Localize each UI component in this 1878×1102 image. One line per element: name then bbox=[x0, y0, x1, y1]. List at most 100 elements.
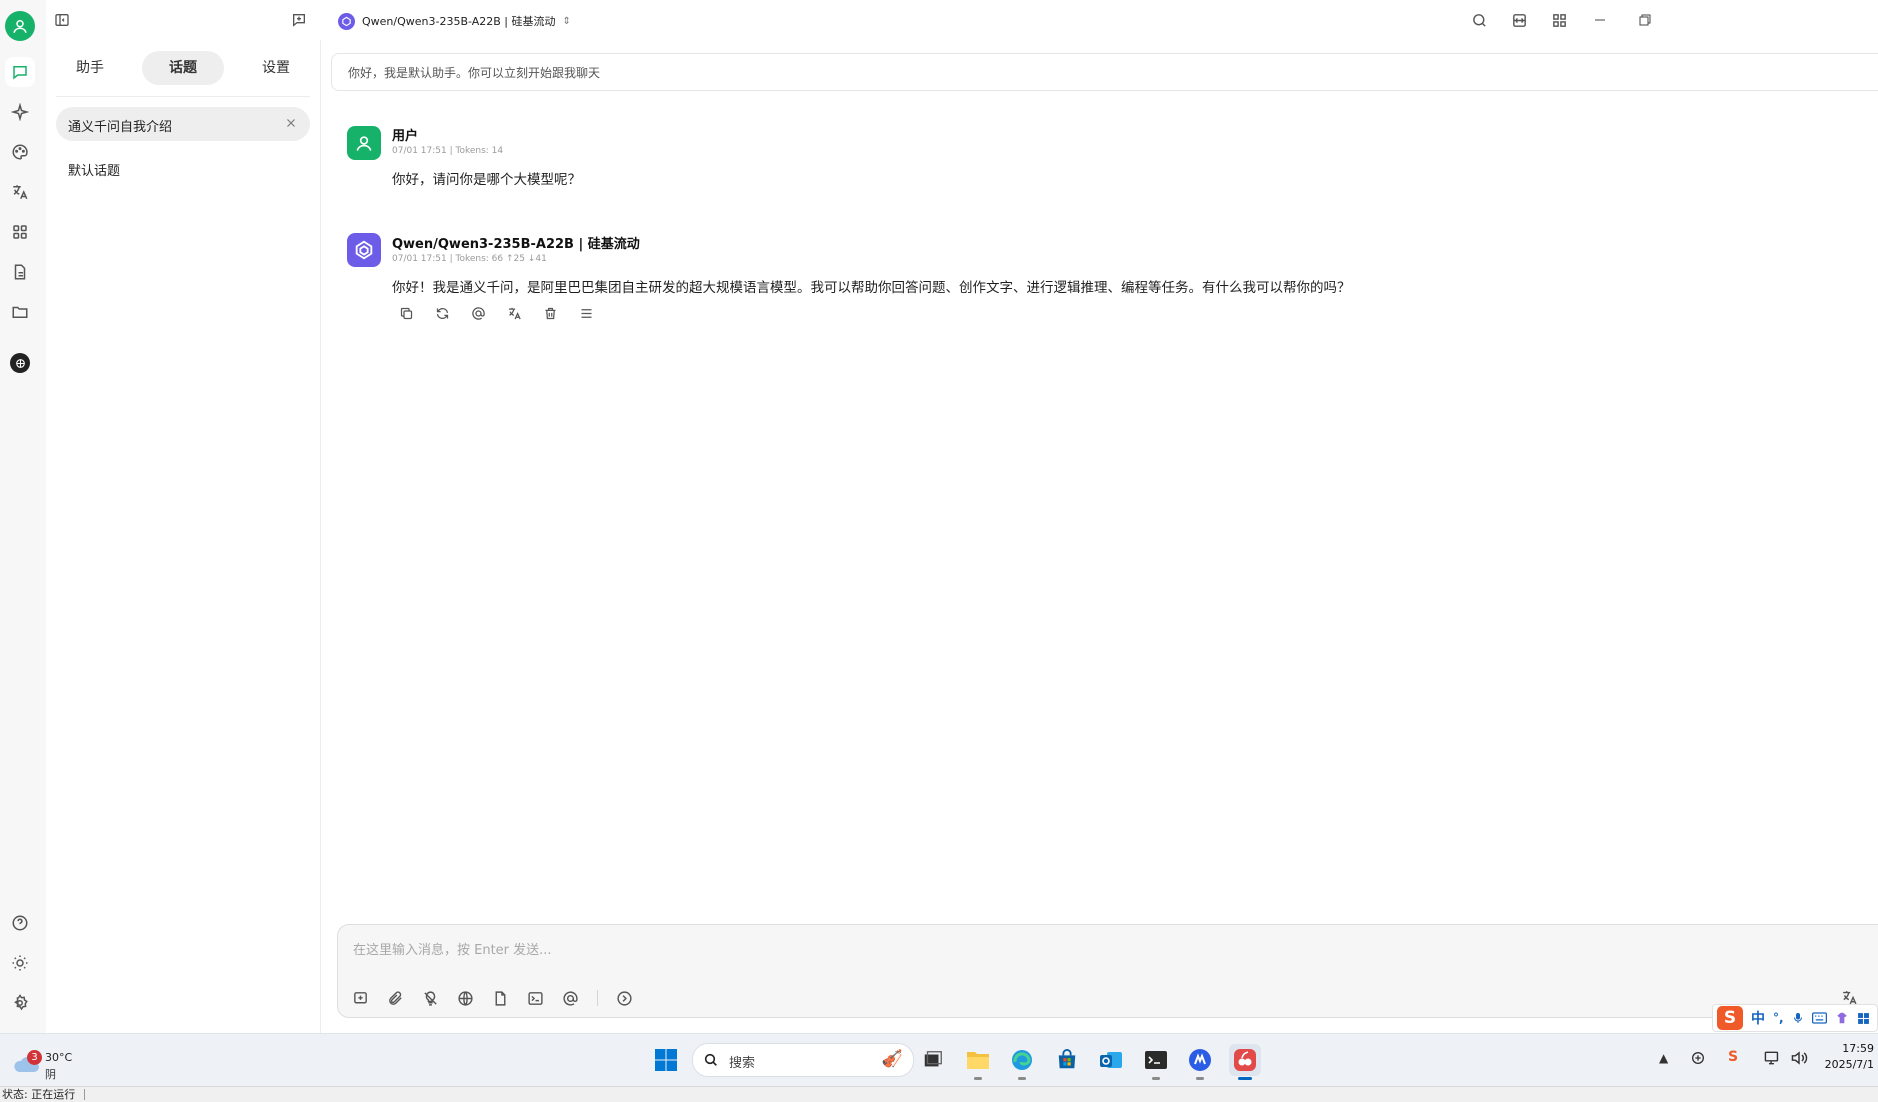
regenerate-icon[interactable] bbox=[433, 304, 451, 322]
search-highlight-icon: 🎻 bbox=[881, 1049, 903, 1069]
message-meta: 07/01 17:51 | Tokens: 66 ↑25 ↓41 bbox=[392, 254, 547, 264]
copy-icon[interactable] bbox=[397, 304, 415, 322]
input-method-icon[interactable] bbox=[1690, 1050, 1706, 1066]
task-view-app[interactable] bbox=[917, 1044, 949, 1076]
message-composer: 在这里输入消息，按 Enter 发送... bbox=[337, 924, 1878, 1018]
openai-logo-icon[interactable] bbox=[5, 348, 35, 378]
web-search-globe-icon[interactable] bbox=[457, 990, 474, 1007]
user-avatar-icon bbox=[347, 126, 381, 160]
terminal-icon[interactable] bbox=[527, 990, 544, 1007]
cherry-studio-app[interactable] bbox=[1229, 1044, 1261, 1080]
document-icon[interactable] bbox=[5, 257, 35, 287]
toggle-sidebar-icon[interactable] bbox=[52, 10, 72, 30]
settings-gear-icon[interactable] bbox=[5, 988, 35, 1018]
clock-date: 2025/7/1 bbox=[1824, 1058, 1874, 1071]
windows-start-button[interactable] bbox=[650, 1044, 682, 1076]
more-menu-icon[interactable] bbox=[577, 304, 595, 322]
translate-nav-icon[interactable] bbox=[5, 177, 35, 207]
message-author: 用户 bbox=[392, 129, 419, 144]
weather-condition-label: 阴 bbox=[45, 1068, 56, 1081]
keyboard-icon bbox=[1811, 1012, 1827, 1024]
help-icon[interactable] bbox=[5, 908, 35, 938]
message-author: Qwen/Qwen3-235B-A22B | 硅基流动 bbox=[392, 237, 640, 252]
search-icon[interactable] bbox=[1469, 10, 1489, 30]
microsoft-store-app[interactable] bbox=[1051, 1044, 1083, 1076]
microphone-icon bbox=[1792, 1011, 1804, 1025]
agents-sparkle-icon[interactable] bbox=[5, 97, 35, 127]
panel-tabs: 助手 话题 设置 bbox=[56, 51, 356, 85]
chat-nav-icon[interactable] bbox=[5, 57, 35, 87]
message-text: 你好，请问你是哪个大模型呢？ bbox=[392, 172, 581, 188]
clock-time: 17:59 bbox=[1842, 1042, 1874, 1055]
translate-icon[interactable] bbox=[505, 304, 523, 322]
search-placeholder: 搜索 bbox=[729, 1056, 756, 1071]
new-topic-icon[interactable] bbox=[352, 990, 369, 1007]
topic-panel: 助手 话题 设置 通义千问自我介绍 默认话题 bbox=[46, 40, 321, 1033]
edge-browser-app[interactable] bbox=[1006, 1044, 1038, 1080]
weather-alert-badge: 3 bbox=[27, 1050, 42, 1065]
panel-divider bbox=[56, 96, 310, 97]
search-icon bbox=[704, 1053, 717, 1066]
narrow-mode-icon[interactable] bbox=[1509, 10, 1529, 30]
model-selector-label: Qwen/Qwen3-235B-A22B | 硅基流动 bbox=[362, 15, 556, 28]
model-logo-icon bbox=[338, 12, 355, 30]
toolbox-grid-icon bbox=[1857, 1012, 1870, 1025]
windows-taskbar: 3 30°C 阴 搜索 🎻 ▲ S 17:59 2025/7/1 bbox=[0, 1033, 1878, 1087]
palette-icon[interactable] bbox=[5, 137, 35, 167]
weather-widget[interactable]: 3 30°C 阴 bbox=[10, 1044, 90, 1081]
ime-mode-label: 中 bbox=[1751, 1011, 1765, 1027]
delete-icon[interactable] bbox=[541, 304, 559, 322]
apps-grid-icon[interactable] bbox=[5, 217, 35, 247]
close-icon[interactable] bbox=[284, 116, 298, 130]
status-bar: 状态: 正在运行 bbox=[0, 1086, 1878, 1102]
expand-arrow-icon[interactable] bbox=[616, 990, 633, 1007]
skin-icon bbox=[1835, 1011, 1849, 1025]
show-hidden-icons-chevron[interactable]: ▲ bbox=[1659, 1051, 1668, 1065]
message-text: 你好！我是通义千问，是阿里巴巴集团自主研发的超大规模语言模型。我可以帮助你回答问… bbox=[392, 280, 1351, 296]
outlook-app[interactable] bbox=[1095, 1044, 1127, 1076]
minapp-grid-icon[interactable] bbox=[1549, 10, 1569, 30]
divider bbox=[597, 990, 598, 1006]
model-avatar-icon bbox=[347, 233, 381, 267]
clock[interactable]: 17:59 2025/7/1 bbox=[1824, 1041, 1874, 1073]
message-input[interactable]: 在这里输入消息，按 Enter 发送... bbox=[353, 939, 1753, 958]
sogou-logo-icon: S bbox=[1717, 1006, 1743, 1030]
top-bar: Qwen/Qwen3-235B-A22B | 硅基流动 ⇕ bbox=[46, 0, 1878, 41]
file-explorer-app[interactable] bbox=[962, 1044, 994, 1080]
message-meta: 07/01 17:51 | Tokens: 14 bbox=[392, 146, 504, 156]
user-avatar[interactable] bbox=[5, 11, 35, 41]
topic-item-label: 默认话题 bbox=[68, 164, 121, 179]
temperature-label: 30°C bbox=[45, 1051, 73, 1064]
status-text: 状态: 正在运行 bbox=[2, 1088, 76, 1101]
mention-model-icon[interactable] bbox=[562, 990, 579, 1007]
chat-area: 你好，我是默认助手。你可以立刻开始跟我聊天 用户 07/01 17:51 | T… bbox=[321, 40, 1878, 1033]
status-divider bbox=[84, 1089, 85, 1100]
tab-assistants[interactable]: 助手 bbox=[56, 51, 124, 85]
ime-toolbar[interactable]: S 中 °, bbox=[1712, 1004, 1878, 1032]
model-selector[interactable]: Qwen/Qwen3-235B-A22B | 硅基流动 ⇕ bbox=[338, 12, 571, 30]
folder-icon[interactable] bbox=[5, 297, 35, 327]
tab-topics[interactable]: 话题 bbox=[142, 51, 224, 85]
sogou-tray-icon[interactable]: S bbox=[1728, 1049, 1738, 1065]
assistant-prompt-bar[interactable]: 你好，我是默认助手。你可以立刻开始跟我聊天 bbox=[331, 53, 1878, 91]
mention-icon[interactable] bbox=[469, 304, 487, 322]
terminal-app[interactable] bbox=[1140, 1044, 1172, 1080]
restore-window-icon[interactable] bbox=[1635, 10, 1655, 30]
thinking-bulb-icon[interactable] bbox=[422, 990, 439, 1007]
network-icon[interactable] bbox=[1764, 1050, 1781, 1066]
new-topic-icon[interactable] bbox=[289, 10, 309, 30]
topic-item[interactable]: 默认话题 bbox=[56, 151, 310, 185]
taskbar-search-box[interactable]: 搜索 🎻 bbox=[692, 1043, 914, 1077]
knowledge-file-icon[interactable] bbox=[492, 990, 509, 1007]
copilot-app[interactable] bbox=[1184, 1044, 1216, 1080]
theme-sun-icon[interactable] bbox=[5, 948, 35, 978]
tab-settings[interactable]: 设置 bbox=[242, 51, 310, 85]
topic-item-active[interactable]: 通义千问自我介绍 bbox=[56, 107, 310, 141]
attachment-icon[interactable] bbox=[387, 990, 404, 1007]
punctuation-icon: °, bbox=[1773, 1011, 1784, 1025]
volume-icon[interactable] bbox=[1790, 1050, 1808, 1066]
chevron-updown-icon: ⇕ bbox=[562, 15, 571, 27]
topic-item-label: 通义千问自我介绍 bbox=[68, 120, 173, 135]
minimize-window-icon[interactable] bbox=[1590, 10, 1610, 30]
icon-rail bbox=[0, 0, 47, 1033]
